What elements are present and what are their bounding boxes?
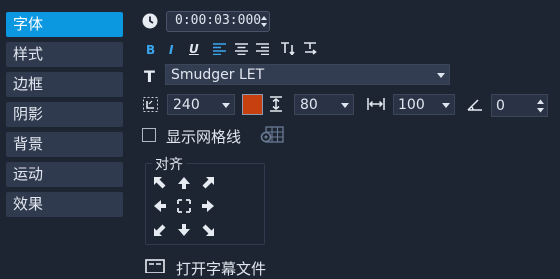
tab-motion[interactable]: 运动 [6, 162, 123, 187]
italic-button[interactable]: I [169, 43, 173, 57]
subtitle-file-icon[interactable] [145, 259, 165, 273]
align-bottom-left-icon[interactable] [153, 223, 167, 237]
rotation-field[interactable]: 0 [491, 94, 548, 117]
align-bottom-right-icon[interactable] [201, 223, 215, 237]
character-spacing-icon [367, 97, 385, 111]
align-top-left-icon[interactable] [153, 176, 167, 190]
duration-field[interactable]: 0:00:03:000 [166, 11, 270, 32]
gridlines-label: 显示网格线 [166, 128, 242, 146]
align-bottom-center-icon[interactable] [177, 223, 191, 237]
rotation-stepper[interactable] [536, 98, 545, 114]
chevron-down-icon [222, 103, 230, 108]
tab-style[interactable]: 样式 [6, 42, 123, 67]
text-direction-icon[interactable] [281, 42, 295, 55]
tab-font[interactable]: 字体 [6, 12, 123, 37]
grid-settings-icon[interactable] [260, 126, 284, 144]
align-center-icon[interactable] [235, 43, 248, 55]
alignment-title: 对齐 [152, 154, 186, 174]
vertical-text-icon[interactable] [303, 42, 317, 55]
align-top-right-icon[interactable] [201, 176, 215, 190]
font-icon: T [144, 67, 155, 86]
underline-button[interactable]: U [189, 42, 199, 56]
font-select[interactable]: Smudger LET [165, 64, 450, 85]
tab-border[interactable]: 边框 [6, 72, 123, 97]
tab-shadow[interactable]: 阴影 [6, 102, 123, 127]
line-spacing-select[interactable]: 80 [294, 94, 354, 115]
rotation-value: 0 [496, 98, 505, 114]
tab-background[interactable]: 背景 [6, 132, 123, 157]
character-spacing-select[interactable]: 100 [393, 94, 455, 115]
tab-effects[interactable]: 效果 [6, 192, 123, 217]
color-swatch[interactable] [242, 94, 263, 115]
align-right-icon[interactable] [256, 43, 269, 55]
align-middle-right-icon[interactable] [201, 199, 215, 213]
align-left-icon[interactable] [213, 43, 226, 55]
font-size-select[interactable]: 240 [167, 94, 235, 115]
rotation-icon [467, 97, 483, 111]
chevron-down-icon [341, 103, 349, 108]
chevron-down-icon [442, 103, 450, 108]
character-spacing-value: 100 [398, 97, 425, 113]
font-name: Smudger LET [171, 67, 265, 83]
font-size-value: 240 [173, 97, 200, 113]
align-top-center-icon[interactable] [177, 176, 191, 190]
gridlines-checkbox[interactable] [142, 128, 156, 142]
duration-stepper[interactable] [260, 15, 268, 28]
chevron-down-icon [437, 73, 445, 78]
line-spacing-value: 80 [300, 97, 318, 113]
font-size-icon [143, 97, 158, 112]
align-middle-left-icon[interactable] [153, 199, 167, 213]
clock-icon [142, 13, 158, 29]
line-spacing-icon [269, 96, 283, 112]
duration-value: 0:00:03:000 [175, 13, 262, 28]
bold-button[interactable]: B [146, 43, 155, 57]
open-subtitle-file-link[interactable]: 打开字幕文件 [176, 258, 266, 279]
align-center-icon[interactable] [177, 199, 191, 213]
